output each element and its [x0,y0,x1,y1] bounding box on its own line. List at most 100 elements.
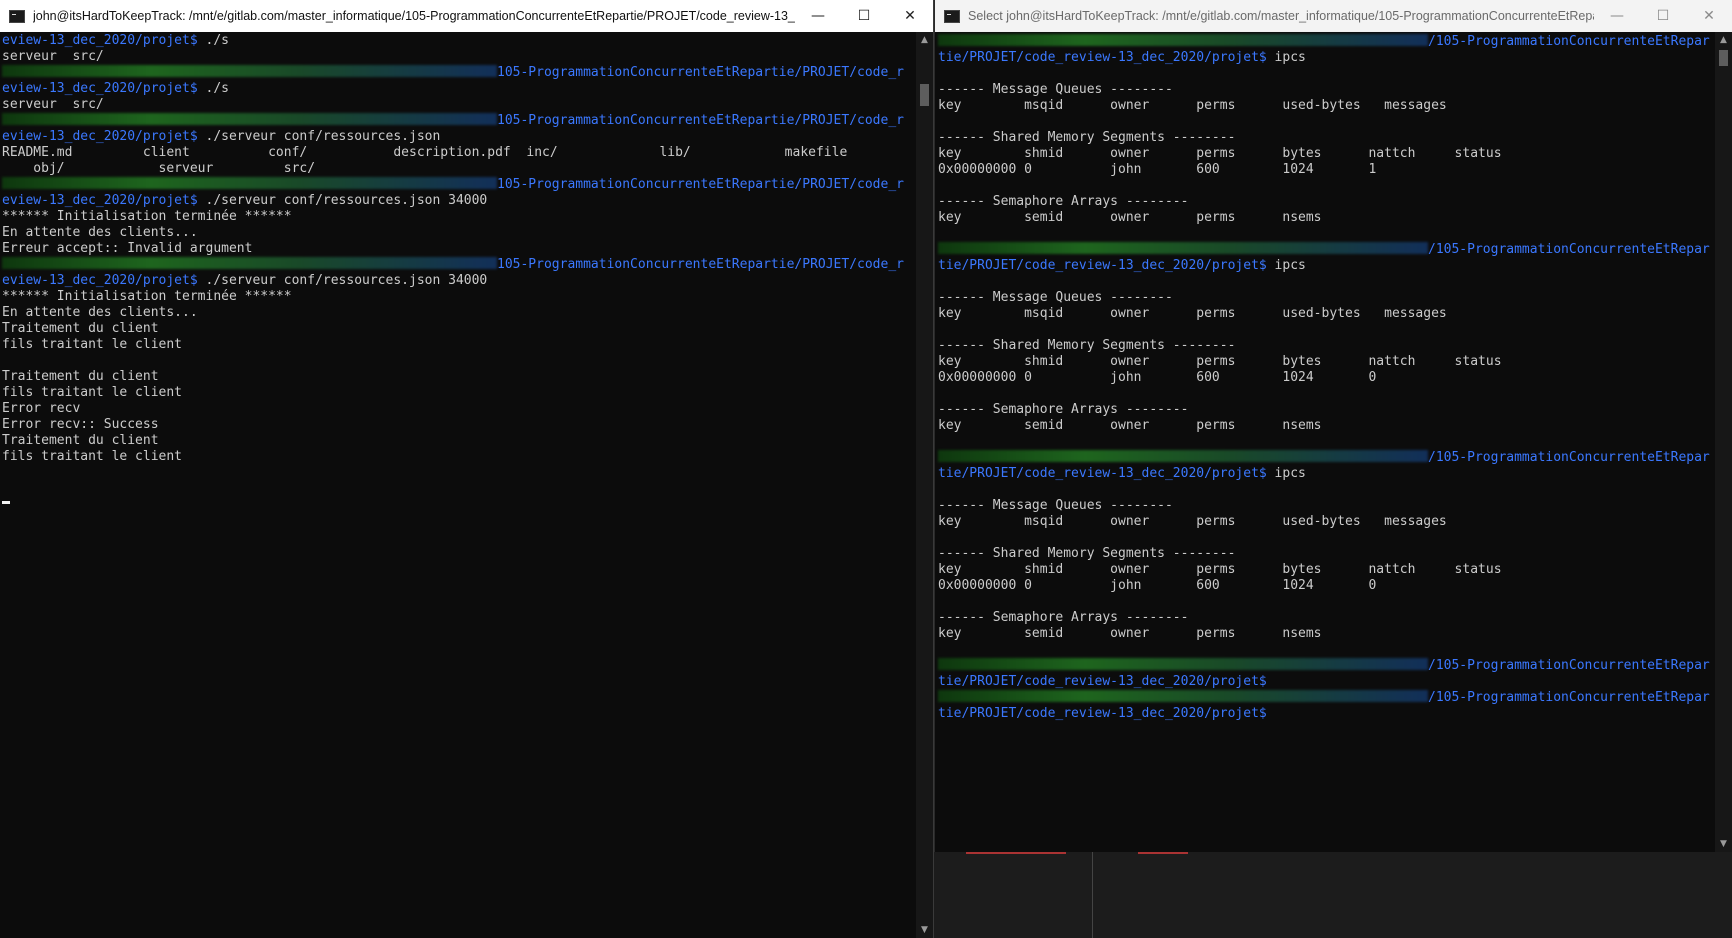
terminal-line: fils traitant le client [2,337,904,353]
terminal-text: En attente des clients... [2,225,198,240]
background-window-area [934,852,1732,938]
prompt-path: eview-13_dec_2020/projet$ [2,273,198,288]
terminal-text: ------ Shared Memory Segments -------- [938,130,1236,145]
terminal-line: serveur src/ [2,97,904,113]
scroll-down-arrow-icon[interactable]: ▼ [1715,836,1732,852]
prompt-path: /105-ProgrammationConcurrenteEtRepar [1428,450,1710,465]
terminal-line: tie/PROJET/code_review-13_dec_2020/proje… [938,674,1710,690]
terminal-text: ./serveur conf/ressources.json 34000 [197,273,488,288]
right-terminal-output[interactable]: /105-ProgrammationConcurrenteEtRepar tie/… [938,34,1710,722]
terminal-text: ------ Semaphore Arrays -------- [938,610,1189,625]
terminal-line: key shmid owner perms bytes nattch statu… [938,562,1710,578]
terminal-line: Erreur accept:: Invalid argument [2,241,904,257]
terminal-line: README.md client conf/ description.pdf i… [2,145,904,161]
terminal-text: key shmid owner perms bytes nattch statu… [938,146,1502,161]
terminal-text: Error recv:: Success [2,417,159,432]
scroll-up-arrow-icon[interactable]: ▲ [916,32,933,48]
terminal-line: tie/PROJET/code_review-13_dec_2020/proje… [938,466,1710,482]
prompt-path: 105-ProgrammationConcurrenteEtRepartie/P… [497,177,904,192]
terminal-line: tie/PROJET/code_review-13_dec_2020/proje… [938,258,1710,274]
scroll-down-arrow-icon[interactable]: ▼ [916,922,933,938]
terminal-line: En attente des clients... [2,305,904,321]
right-window-title: Select john@itsHardToKeepTrack: /mnt/e/g… [968,9,1594,23]
terminal-text: key msqid owner perms used-bytes message… [938,306,1447,321]
terminal-text: ------ Message Queues -------- [938,290,1173,305]
terminal-text: Traitement du client [2,321,159,336]
terminal-line: ------ Message Queues -------- [938,498,1710,514]
terminal-line: Error recv [2,401,904,417]
right-scrollbar[interactable]: ▲ ▼ [1715,32,1732,852]
terminal-line: ------ Shared Memory Segments -------- [938,130,1710,146]
minimize-button[interactable]: — [795,0,841,32]
close-button[interactable]: ✕ [1686,0,1732,32]
terminal-line: 0x00000000 0 john 600 1024 0 [938,370,1710,386]
terminal-line: /105-ProgrammationConcurrenteEtRepar [938,450,1710,466]
scroll-up-arrow-icon[interactable]: ▲ [1715,32,1732,48]
prompt-path: tie/PROJET/code_review-13_dec_2020/proje… [938,706,1267,721]
terminal-line: serveur src/ [2,49,904,65]
terminal-text: ------ Message Queues -------- [938,82,1173,97]
terminal-text: ------ Semaphore Arrays -------- [938,402,1189,417]
redacted-hostname [2,113,497,125]
background-underline [966,852,1066,854]
right-scroll-thumb[interactable] [1719,50,1728,66]
left-scrollbar[interactable]: ▲ ▼ [916,32,933,938]
maximize-button[interactable]: ☐ [841,0,887,32]
terminal-line: key semid owner perms nsems [938,626,1710,642]
right-title-bar[interactable]: Select john@itsHardToKeepTrack: /mnt/e/g… [935,0,1732,32]
prompt-path: /105-ProgrammationConcurrenteEtRepar [1428,658,1710,673]
left-terminal-window[interactable]: john@itsHardToKeepTrack: /mnt/e/gitlab.c… [0,0,934,938]
terminal-line: 105-ProgrammationConcurrenteEtRepartie/P… [2,113,904,129]
terminal-line: fils traitant le client [2,449,904,465]
right-terminal-window[interactable]: Select john@itsHardToKeepTrack: /mnt/e/g… [934,0,1732,852]
terminal-line: eview-13_dec_2020/projet$ ./serveur conf… [2,129,904,145]
terminal-line: ------ Message Queues -------- [938,82,1710,98]
terminal-text: Traitement du client [2,369,159,384]
terminal-line: key msqid owner perms used-bytes message… [938,306,1710,322]
terminal-text: ./s [197,81,229,96]
terminal-line: Error recv:: Success [2,417,904,433]
terminal-text: ------ Semaphore Arrays -------- [938,194,1189,209]
terminal-text: fils traitant le client [2,449,183,464]
left-title-bar[interactable]: john@itsHardToKeepTrack: /mnt/e/gitlab.c… [0,0,933,32]
prompt-path: tie/PROJET/code_review-13_dec_2020/proje… [938,674,1267,689]
minimize-button[interactable]: — [1594,0,1640,32]
terminal-line: Traitement du client [2,369,904,385]
terminal-line: 0x00000000 0 john 600 1024 1 [938,162,1710,178]
terminal-text: ipcs [1266,258,1306,273]
terminal-line: ------ Shared Memory Segments -------- [938,546,1710,562]
terminal-line: 0x00000000 0 john 600 1024 0 [938,578,1710,594]
close-button[interactable]: ✕ [887,0,933,32]
redacted-hostname [938,242,1428,254]
left-window-controls: — ☐ ✕ [795,0,933,32]
terminal-text: ./serveur conf/ressources.json 34000 [197,193,488,208]
terminal-text: key msqid owner perms used-bytes message… [938,514,1447,529]
prompt-path: 105-ProgrammationConcurrenteEtRepartie/P… [497,65,904,80]
left-terminal-output[interactable]: eview-13_dec_2020/projet$ ./s serveur src… [2,33,904,504]
terminal-line: tie/PROJET/code_review-13_dec_2020/proje… [938,706,1710,722]
terminal-line: En attente des clients... [2,225,904,241]
maximize-button[interactable]: ☐ [1640,0,1686,32]
terminal-text: 0x00000000 0 john 600 1024 0 [938,578,1377,593]
terminal-line: key msqid owner perms used-bytes message… [938,98,1710,114]
terminal-line: key msqid owner perms used-bytes message… [938,514,1710,530]
terminal-text: key semid owner perms nsems [938,210,1322,225]
terminal-line: /105-ProgrammationConcurrenteEtRepar [938,34,1710,50]
prompt-path: eview-13_dec_2020/projet$ [2,129,198,144]
terminal-text: ------ Shared Memory Segments -------- [938,546,1236,561]
prompt-path: tie/PROJET/code_review-13_dec_2020/proje… [938,466,1267,481]
terminal-app-icon [944,9,960,23]
prompt-path: tie/PROJET/code_review-13_dec_2020/proje… [938,50,1267,65]
left-scroll-thumb[interactable] [920,84,929,106]
terminal-text: serveur src/ [2,49,104,64]
